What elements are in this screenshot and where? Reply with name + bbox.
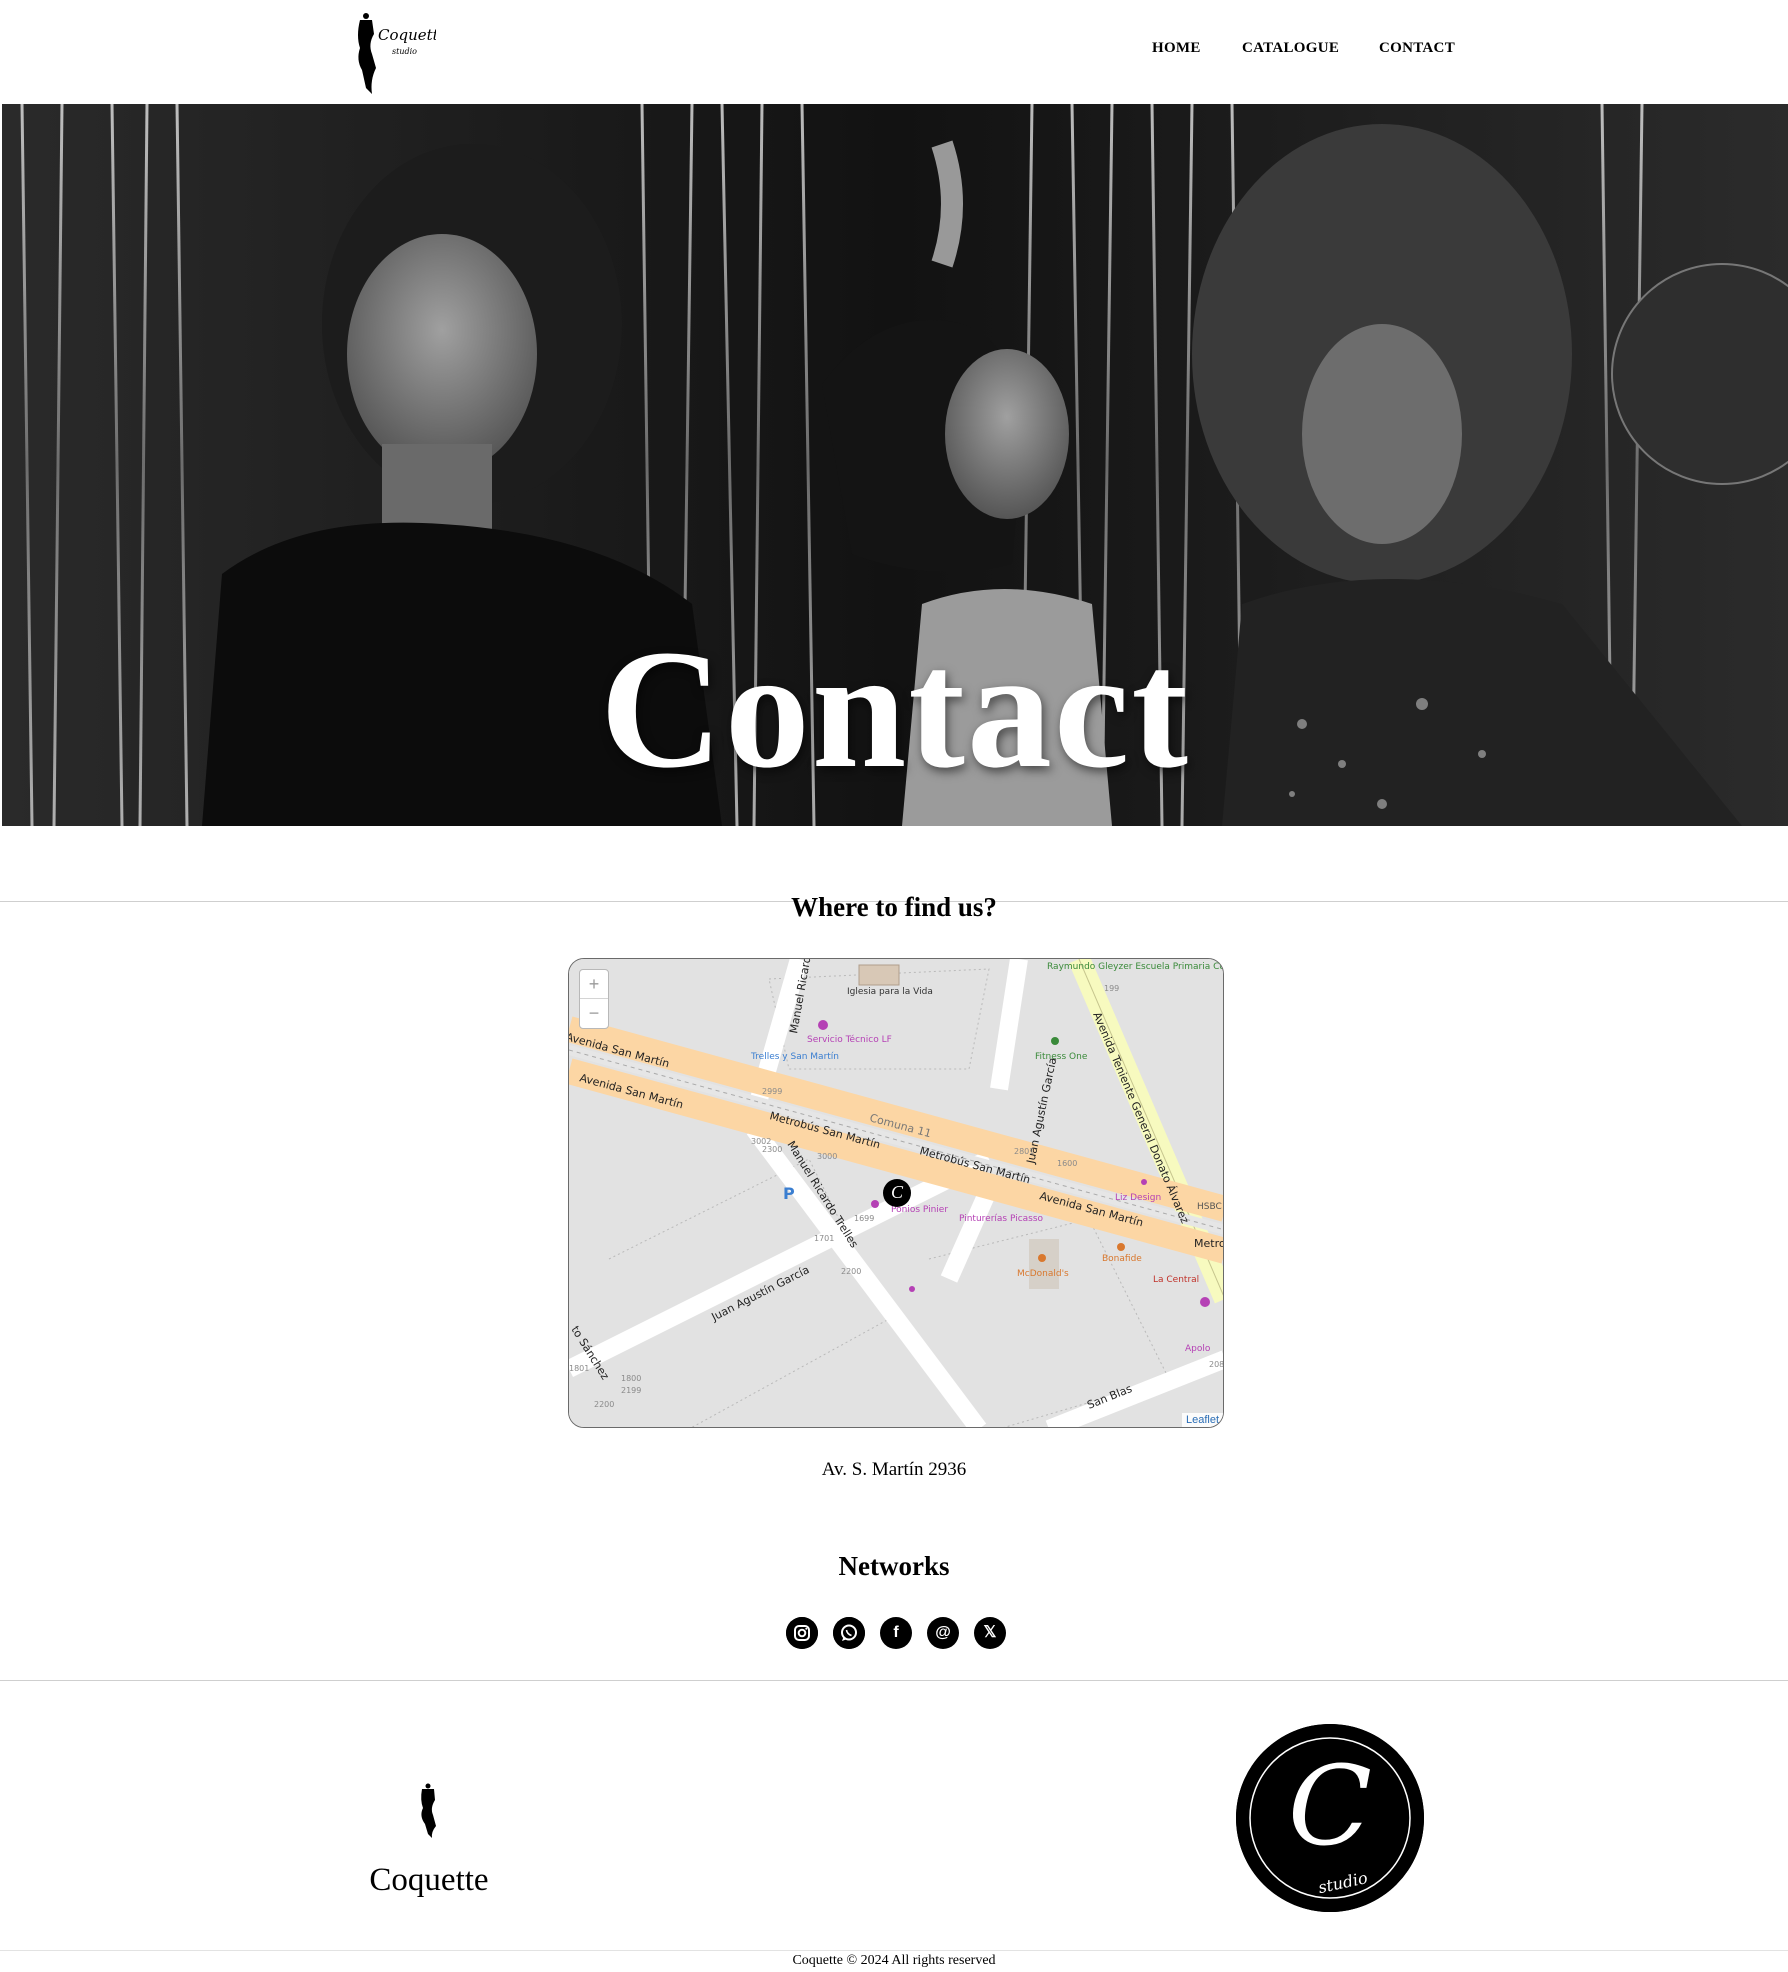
svg-text:P: P [783,1184,795,1203]
networks-title: Networks [838,1551,950,1581]
svg-text:Apolo: Apolo [1185,1344,1211,1354]
svg-text:2200: 2200 [594,1400,614,1409]
logo[interactable]: Coquette studio [346,8,448,94]
hero-banner: Contact [2,104,1788,826]
studio-badge-logo-icon: C studio [1236,1724,1424,1912]
svg-text:Servicio Técnico LF: Servicio Técnico LF [807,1034,892,1045]
copyright-divider [0,1950,1788,1951]
svg-text:HSBC: HSBC [1197,1202,1222,1212]
svg-text:3000: 3000 [817,1152,837,1161]
facebook-icon: f [893,1624,899,1641]
svg-text:C: C [1288,1742,1372,1870]
svg-text:Trelles y San Martín: Trelles y San Martín [750,1052,839,1062]
threads-link[interactable]: @ [927,1617,959,1649]
x-icon: 𝕏 [983,1624,997,1641]
svg-text:La Central: La Central [1153,1275,1199,1285]
svg-text:studio: studio [392,47,417,56]
footer-divider [0,1680,1788,1681]
svg-text:Liz Design: Liz Design [1115,1193,1161,1203]
svg-text:2999: 2999 [762,1087,782,1096]
svg-text:Fitness One: Fitness One [1035,1052,1088,1062]
facebook-link[interactable]: f [880,1617,912,1649]
dress-form-icon [421,1783,436,1838]
svg-text:208: 208 [1209,1360,1224,1369]
svg-text:Coquette: Coquette [378,26,436,44]
svg-text:Bonafide: Bonafide [1102,1254,1142,1264]
zoom-out-button[interactable]: − [580,999,608,1028]
studio-badge: C studio [1236,1724,1424,1912]
copyright: Coquette © 2024 All rights reserved [792,1953,996,1968]
nav-home[interactable]: HOME [1152,40,1201,57]
svg-text:1800: 1800 [621,1374,641,1383]
whatsapp-icon [833,1617,865,1649]
footer-brand: Coquette [369,1862,489,1898]
nav-contact[interactable]: CONTACT [1379,40,1455,57]
site-header: Coquette studio HOME CATALOGUE CONTACT [0,0,1788,104]
svg-text:1701: 1701 [814,1234,834,1243]
zoom-in-button[interactable]: + [580,970,608,999]
map[interactable]: P Avenida San Martín Avenida San Martín … [568,958,1224,1428]
svg-text:Raymundo Gleyzer Escuela Prima: Raymundo Gleyzer Escuela Primaria Común … [1047,962,1224,972]
nav-catalogue[interactable]: CATALOGUE [1242,40,1339,57]
footer-logo[interactable] [410,1782,446,1838]
x-link[interactable]: 𝕏 [974,1617,1006,1649]
svg-text:1801: 1801 [569,1364,589,1373]
instagram-link[interactable] [786,1617,818,1649]
instagram-icon [786,1617,818,1649]
hero-title: Contact [600,615,1190,803]
dress-form-logo-icon: Coquette studio [358,13,448,94]
svg-text:Metro: Metro [1194,1237,1224,1250]
threads-icon: @ [935,1624,951,1641]
svg-text:Pinturerías Picasso: Pinturerías Picasso [959,1214,1044,1224]
map-attribution-link[interactable]: Leaflet [1181,1413,1223,1427]
whatsapp-link[interactable] [833,1617,865,1649]
svg-text:2200: 2200 [841,1267,861,1276]
svg-text:Iglesia para la Vida: Iglesia para la Vida [847,987,933,997]
address: Av. S. Martín 2936 [821,1459,967,1480]
map-marker[interactable]: C [883,1179,911,1207]
svg-text:1699: 1699 [854,1214,874,1223]
svg-text:199: 199 [1104,984,1119,993]
map-zoom-control: + − [579,969,609,1029]
svg-text:1600: 1600 [1057,1159,1077,1168]
svg-text:2199: 2199 [621,1386,641,1395]
svg-text:2300: 2300 [762,1145,782,1154]
svg-text:2801: 2801 [1014,1147,1034,1156]
location-title: Where to find us? [791,892,997,922]
svg-text:McDonald's: McDonald's [1017,1269,1069,1279]
